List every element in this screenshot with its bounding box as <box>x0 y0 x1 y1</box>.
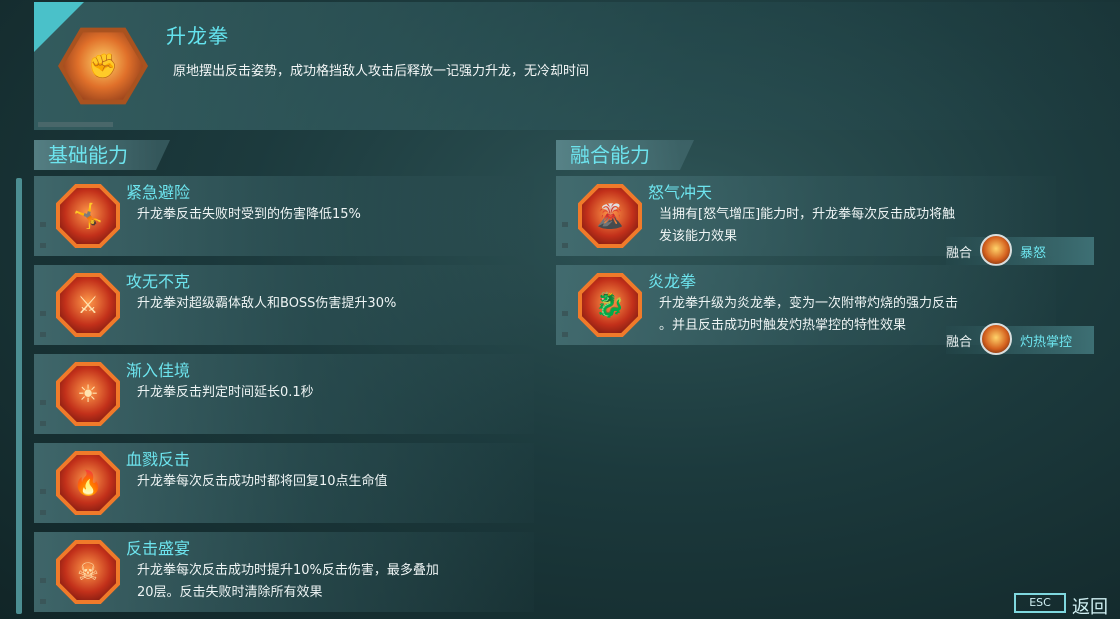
ability-desc-line-1: 升龙拳升级为炎龙拳，变为一次附带灼烧的强力反击 <box>659 296 959 311</box>
fusion-tag-burn[interactable]: 融合 灼热掌控 <box>946 323 1094 355</box>
ability-card-basic-5[interactable]: ☠ 反击盛宴 升龙拳每次反击成功时提升10%反击伤害，最多叠加 20层。反击失败… <box>34 532 534 612</box>
ability-desc: 升龙拳对超级霸体敌人和BOSS伤害提升30% <box>137 296 397 311</box>
fusion-tag-rage[interactable]: 融合 暴怒 <box>946 234 1094 266</box>
ability-name: 血戮反击 <box>126 450 191 469</box>
ability-name: 炎龙拳 <box>648 272 697 291</box>
claw-strike-icon: ⚔ <box>56 273 120 337</box>
ability-desc-line-2: 。并且反击成功时触发灼热掌控的特性效果 <box>659 318 907 333</box>
ability-name: 怒气冲天 <box>648 183 713 202</box>
focus-figure-icon: ☀ <box>56 362 120 426</box>
fusion-tag-label: 融合 <box>946 246 973 261</box>
rage-icon <box>980 234 1012 266</box>
blood-claw-icon: 🔥 <box>56 451 120 515</box>
demon-mask-icon: ☠ <box>56 540 120 604</box>
burn-icon <box>980 323 1012 355</box>
fusion-section-title: 融合能力 <box>556 140 694 170</box>
basic-section-title: 基础能力 <box>34 140 170 170</box>
fusion-tag-name: 暴怒 <box>1020 246 1047 261</box>
header-decoration <box>38 122 113 127</box>
ability-card-basic-3[interactable]: ☀ 渐入佳境 升龙拳反击判定时间延长0.1秒 <box>34 354 534 434</box>
ability-name: 紧急避险 <box>126 183 191 202</box>
ability-desc-line-1: 升龙拳每次反击成功时提升10%反击伤害，最多叠加 <box>137 563 439 578</box>
ability-desc: 升龙拳反击失败时受到的伤害降低15% <box>137 207 361 222</box>
ability-desc: 升龙拳每次反击成功时都将回复10点生命值 <box>137 474 388 489</box>
fusion-tag-label: 融合 <box>946 335 973 350</box>
ability-desc-line-1: 当拥有[怒气增压]能力时，升龙拳每次反击成功将触 <box>659 207 956 222</box>
ability-desc: 升龙拳反击判定时间延长0.1秒 <box>137 385 314 400</box>
ability-desc-line-2: 发该能力效果 <box>659 229 738 244</box>
ability-name: 攻无不克 <box>126 272 191 291</box>
ability-name: 反击盛宴 <box>126 539 191 558</box>
ability-card-basic-4[interactable]: 🔥 血戮反击 升龙拳每次反击成功时都将回复10点生命值 <box>34 443 534 523</box>
fusion-tag-name: 灼热掌控 <box>1020 335 1073 350</box>
volcano-icon: 🌋 <box>578 184 642 248</box>
skill-description: 原地摆出反击姿势，成功格挡敌人攻击后释放一记强力升龙，无冷却时间 <box>173 64 590 79</box>
flame-dragon-icon: 🐉 <box>578 273 642 337</box>
esc-key[interactable]: ESC <box>1014 593 1066 613</box>
skill-title: 升龙拳 <box>166 24 229 48</box>
ability-name: 渐入佳境 <box>126 361 191 380</box>
ability-card-basic-1[interactable]: 🤸 紧急避险 升龙拳反击失败时受到的伤害降低15% <box>34 176 534 256</box>
scrollbar[interactable] <box>16 178 22 614</box>
back-button[interactable]: 返回 <box>1072 593 1108 619</box>
ability-card-basic-2[interactable]: ⚔ 攻无不克 升龙拳对超级霸体敌人和BOSS伤害提升30% <box>34 265 534 345</box>
ability-desc-line-2: 20层。反击失败时清除所有效果 <box>137 585 323 600</box>
dodge-figure-icon: 🤸 <box>56 184 120 248</box>
